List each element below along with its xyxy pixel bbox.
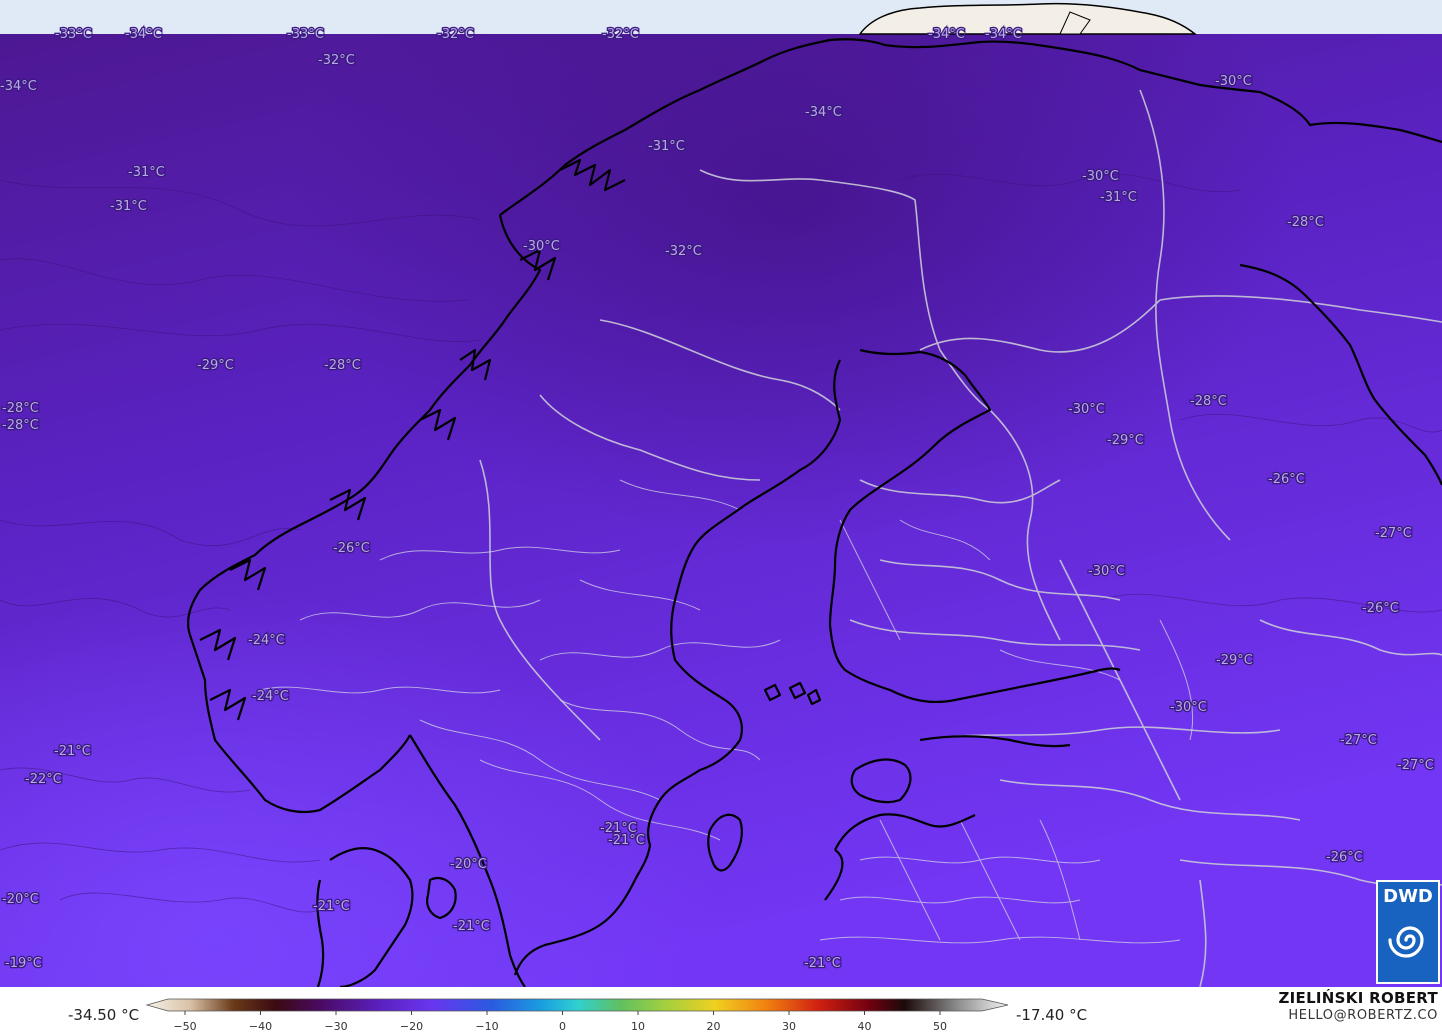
colorbar-tick-label: 50 (933, 1020, 947, 1033)
temperature-label: -21°C (608, 833, 645, 848)
temperature-label: -26°C (1326, 850, 1363, 865)
colorbar: −50 −40 −30 −20 −10 0 10 20 30 40 50 (145, 998, 1009, 1033)
top-banner (0, 0, 1442, 34)
temperature-label: -21°C (804, 956, 841, 971)
temperature-map: -33°C -34°C -33°C -32°C -32°C -32°C -34°C -34°C… (0, 0, 1442, 987)
temperature-label: -32°C (665, 244, 702, 259)
temperature-label: -34°C (125, 27, 162, 42)
temperature-label: -28°C (2, 418, 39, 433)
temperature-label: -32°C (318, 53, 355, 68)
temperature-label: -21°C (313, 899, 350, 914)
colorbar-tick-label: −30 (324, 1020, 347, 1033)
temperature-label: -24°C (252, 689, 289, 704)
temperature-label: -27°C (1340, 733, 1377, 748)
colorbar-gradient (145, 998, 1009, 1012)
colorbar-tick-label: 10 (631, 1020, 645, 1033)
author-email: HELLO@ROBERTZ.CO (1288, 1008, 1438, 1023)
colorbar-tick-label: 0 (559, 1020, 566, 1033)
colorbar-tick-label: 30 (782, 1020, 796, 1033)
temperature-label: -34°C (805, 105, 842, 120)
temperature-label: -20°C (2, 892, 39, 907)
author-credit: ZIELIŃSKI ROBERT HELLO@ROBERTZ.CO (1278, 989, 1438, 1023)
temperature-label: -31°C (110, 199, 147, 214)
colorbar-tick-label: −20 (400, 1020, 423, 1033)
temperature-label: -28°C (1190, 394, 1227, 409)
temperature-label: -28°C (1287, 215, 1324, 230)
temperature-label: -27°C (1397, 758, 1434, 773)
temperature-label: -34°C (0, 79, 37, 94)
legend-footer: −50 −40 −30 −20 −10 0 10 20 30 40 50 -34.50 °C -17… (0, 987, 1442, 1035)
temperature-label: -29°C (197, 358, 234, 373)
author-name: ZIELIŃSKI ROBERT (1278, 989, 1438, 1007)
temperature-label: -28°C (324, 358, 361, 373)
colorbar-tick-label: 40 (858, 1020, 872, 1033)
colorbar-ticks: −50 −40 −30 −20 −10 0 10 20 30 40 50 (173, 1011, 947, 1033)
colorbar-tick-label: 20 (707, 1020, 721, 1033)
temperature-label: -31°C (1100, 190, 1137, 205)
temperature-label: -21°C (54, 744, 91, 759)
dwd-logo: DWD (1376, 880, 1440, 984)
logo-text: DWD (1383, 886, 1433, 907)
swirl-icon (1388, 926, 1424, 958)
temperature-label: -30°C (1170, 700, 1207, 715)
temperature-label: -30°C (1088, 564, 1125, 579)
temperature-label: -30°C (1215, 74, 1252, 89)
temperature-label: -29°C (1107, 433, 1144, 448)
temperature-label: -33°C (287, 27, 324, 42)
temperature-label: -34°C (928, 27, 965, 42)
temperature-label: -33°C (55, 27, 92, 42)
temperature-label: -28°C (2, 401, 39, 416)
temperature-label: -26°C (1268, 472, 1305, 487)
temperature-label: -21°C (453, 919, 490, 934)
temperature-label: -31°C (128, 165, 165, 180)
temperature-label: -30°C (523, 239, 560, 254)
temperature-label: -31°C (648, 139, 685, 154)
temperature-label: -26°C (1362, 601, 1399, 616)
temperature-label: -34°C (985, 27, 1022, 42)
temperature-label: -24°C (248, 633, 285, 648)
temperature-label: -20°C (450, 857, 487, 872)
colorbar-tick-label: −10 (475, 1020, 498, 1033)
temperature-label: -22°C (25, 772, 62, 787)
temperature-label: -32°C (437, 27, 474, 42)
colorbar-tick-label: −40 (249, 1020, 272, 1033)
temperature-label: -27°C (1375, 526, 1412, 541)
temperature-label: -30°C (1082, 169, 1119, 184)
colorbar-tick-label: −50 (173, 1020, 196, 1033)
colorbar-min-label: -34.50 °C (68, 1006, 140, 1024)
colorbar-max-label: -17.40 °C (1016, 1006, 1088, 1024)
temperature-label: -32°C (602, 27, 639, 42)
temperature-label: -29°C (1216, 653, 1253, 668)
temperature-label: -19°C (5, 956, 42, 971)
temperature-label: -30°C (1068, 402, 1105, 417)
temperature-label: -26°C (333, 541, 370, 556)
